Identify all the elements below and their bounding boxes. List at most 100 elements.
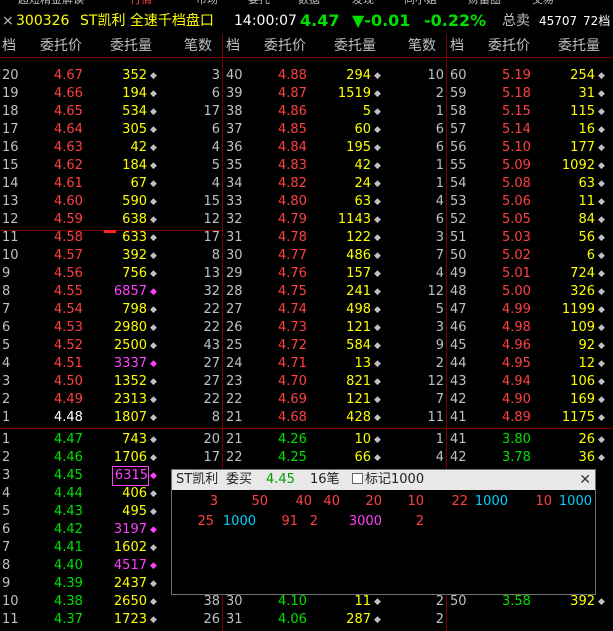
quote-time: 14:00:07 — [234, 13, 297, 29]
order-price: 4.99 — [502, 302, 531, 317]
levels-label: 72档 — [583, 14, 611, 28]
order-volume: 5 — [362, 104, 371, 119]
order-volume: 3337 — [113, 356, 147, 371]
close-icon[interactable]: × — [2, 8, 14, 34]
order-volume: 6857 — [113, 284, 147, 299]
order-count: 10 — [427, 68, 444, 83]
popup-order-size: 50 — [251, 494, 268, 509]
menu-bar: 超短精金解读 行情 市场 委托 数据 发现 同小姐 财富圈 交易 — [0, 0, 613, 8]
order-volume: 2650 — [113, 594, 147, 609]
level-number: 57 — [450, 122, 467, 137]
col-level-1: 档 — [2, 38, 16, 54]
quote-title-bar: × 300326 ST凯利 全速千档盘口 14:00:07 4.47 ▼-0.0… — [0, 8, 613, 34]
order-price: 4.39 — [54, 576, 83, 591]
level-number: 11 — [2, 612, 19, 627]
col-volume-3: 委托量 — [558, 38, 600, 54]
level-number: 36 — [226, 140, 243, 155]
volume-marker-icon: ◆ — [598, 161, 605, 171]
order-price: 4.25 — [278, 450, 307, 465]
order-volume: 92 — [578, 338, 595, 353]
volume-marker-icon: ◆ — [150, 597, 157, 607]
order-price: 4.57 — [54, 248, 83, 263]
order-volume: 121 — [346, 392, 371, 407]
volume-marker-icon: ◆ — [150, 615, 157, 625]
order-price: 4.60 — [54, 194, 83, 209]
order-volume: 60 — [354, 122, 371, 137]
order-volume: 534 — [122, 104, 147, 119]
level-number: 11 — [2, 230, 19, 245]
order-price: 4.52 — [54, 338, 83, 353]
popup-orders: 16笔 — [310, 472, 340, 487]
menu-item[interactable]: 财富圈 — [468, 0, 501, 5]
level-number: 49 — [450, 266, 467, 281]
level-number: 30 — [226, 248, 243, 263]
window-title: ST凯利 全速千档盘口 — [80, 13, 214, 29]
volume-marker-icon: ◆ — [374, 377, 381, 387]
menu-item[interactable]: 发现 — [352, 0, 374, 5]
volume-marker-icon: ◆ — [150, 525, 157, 535]
order-detail-popup[interactable]: ST凯利 委买 4.45 16笔 标记1000 ✕ 3 50 40 40 20 10 22 1… — [171, 469, 596, 595]
order-volume: 84 — [578, 212, 595, 227]
close-icon[interactable]: ✕ — [579, 470, 591, 490]
volume-marker-icon: ◆ — [374, 125, 381, 135]
menu-item[interactable]: 交易 — [532, 0, 554, 5]
order-volume: 63 — [354, 194, 371, 209]
level-number: 1 — [2, 410, 11, 425]
price-change-pct: -0.22% — [424, 11, 487, 30]
order-volume: 1199 — [561, 302, 595, 317]
menu-item[interactable]: 同小姐 — [404, 0, 437, 5]
menu-item[interactable]: 委托 — [248, 0, 270, 5]
level-number: 2 — [2, 392, 11, 407]
order-volume: 1092 — [561, 158, 595, 173]
popup-order-size: 3000 — [348, 514, 382, 529]
order-count: 11 — [427, 410, 444, 425]
checkbox-icon[interactable] — [352, 473, 363, 484]
level-number: 41 — [450, 432, 467, 447]
level-number: 14 — [2, 176, 19, 191]
volume-marker-icon: ◆ — [150, 359, 157, 369]
volume-marker-icon: ◆ — [150, 179, 157, 189]
volume-marker-icon: ◆ — [374, 435, 381, 445]
order-volume: 1706 — [113, 450, 147, 465]
popup-order-size: 1000 — [222, 514, 256, 529]
volume-marker-icon: ◆ — [150, 89, 157, 99]
popup-title-bar[interactable]: ST凯利 委买 4.45 16笔 标记1000 ✕ — [172, 470, 595, 490]
level-number: 29 — [226, 266, 243, 281]
order-price: 4.47 — [54, 432, 83, 447]
popup-order-size: 10 — [407, 494, 424, 509]
order-count: 3 — [211, 68, 220, 83]
order-volume: 305 — [122, 122, 147, 137]
order-volume: 12 — [578, 356, 595, 371]
level-number: 8 — [2, 284, 11, 299]
volume-marker-icon: ◆ — [598, 89, 605, 99]
popup-mark-toggle[interactable]: 标记1000 — [352, 470, 424, 490]
order-row: 18 4.65 534 ◆ 17 38 4.86 5 ◆ 1 58 5.15 115 ◆ — [0, 103, 613, 121]
volume-marker-icon: ◆ — [150, 507, 157, 517]
volume-marker-icon: ◆ — [374, 597, 381, 607]
order-count: 7 — [435, 248, 444, 263]
level-number: 32 — [226, 212, 243, 227]
menu-item[interactable]: 数据 — [298, 0, 320, 5]
order-count: 5 — [211, 158, 220, 173]
menu-item[interactable]: 超短精金解读 — [18, 0, 84, 5]
order-count: 17 — [203, 104, 220, 119]
order-price: 4.94 — [502, 374, 531, 389]
level-number: 25 — [226, 338, 243, 353]
menu-item[interactable]: 行情 — [130, 0, 152, 5]
volume-marker-icon: ◆ — [374, 233, 381, 243]
level-number: 31 — [226, 612, 243, 627]
volume-marker-icon: ◆ — [598, 233, 605, 243]
volume-marker-icon: ◆ — [598, 143, 605, 153]
order-price: 4.69 — [278, 392, 307, 407]
order-volume: 6 — [586, 248, 595, 263]
order-row: 16 4.63 42 ◆ 4 36 4.84 195 ◆ 6 56 5.10 177 ◆ — [0, 139, 613, 157]
popup-order-size: 1000 — [474, 494, 508, 509]
order-volume: 1143 — [337, 212, 371, 227]
order-price: 5.03 — [502, 230, 531, 245]
level-number: 21 — [226, 410, 243, 425]
menu-item[interactable]: 市场 — [196, 0, 218, 5]
order-row: 10 4.38 2650 ◆ 38 30 4.10 11 ◆ 2 50 3.58 392 ◆ — [0, 593, 613, 611]
level-number: 3 — [2, 468, 11, 483]
order-price: 4.06 — [278, 612, 307, 627]
volume-marker-icon: ◆ — [150, 161, 157, 171]
